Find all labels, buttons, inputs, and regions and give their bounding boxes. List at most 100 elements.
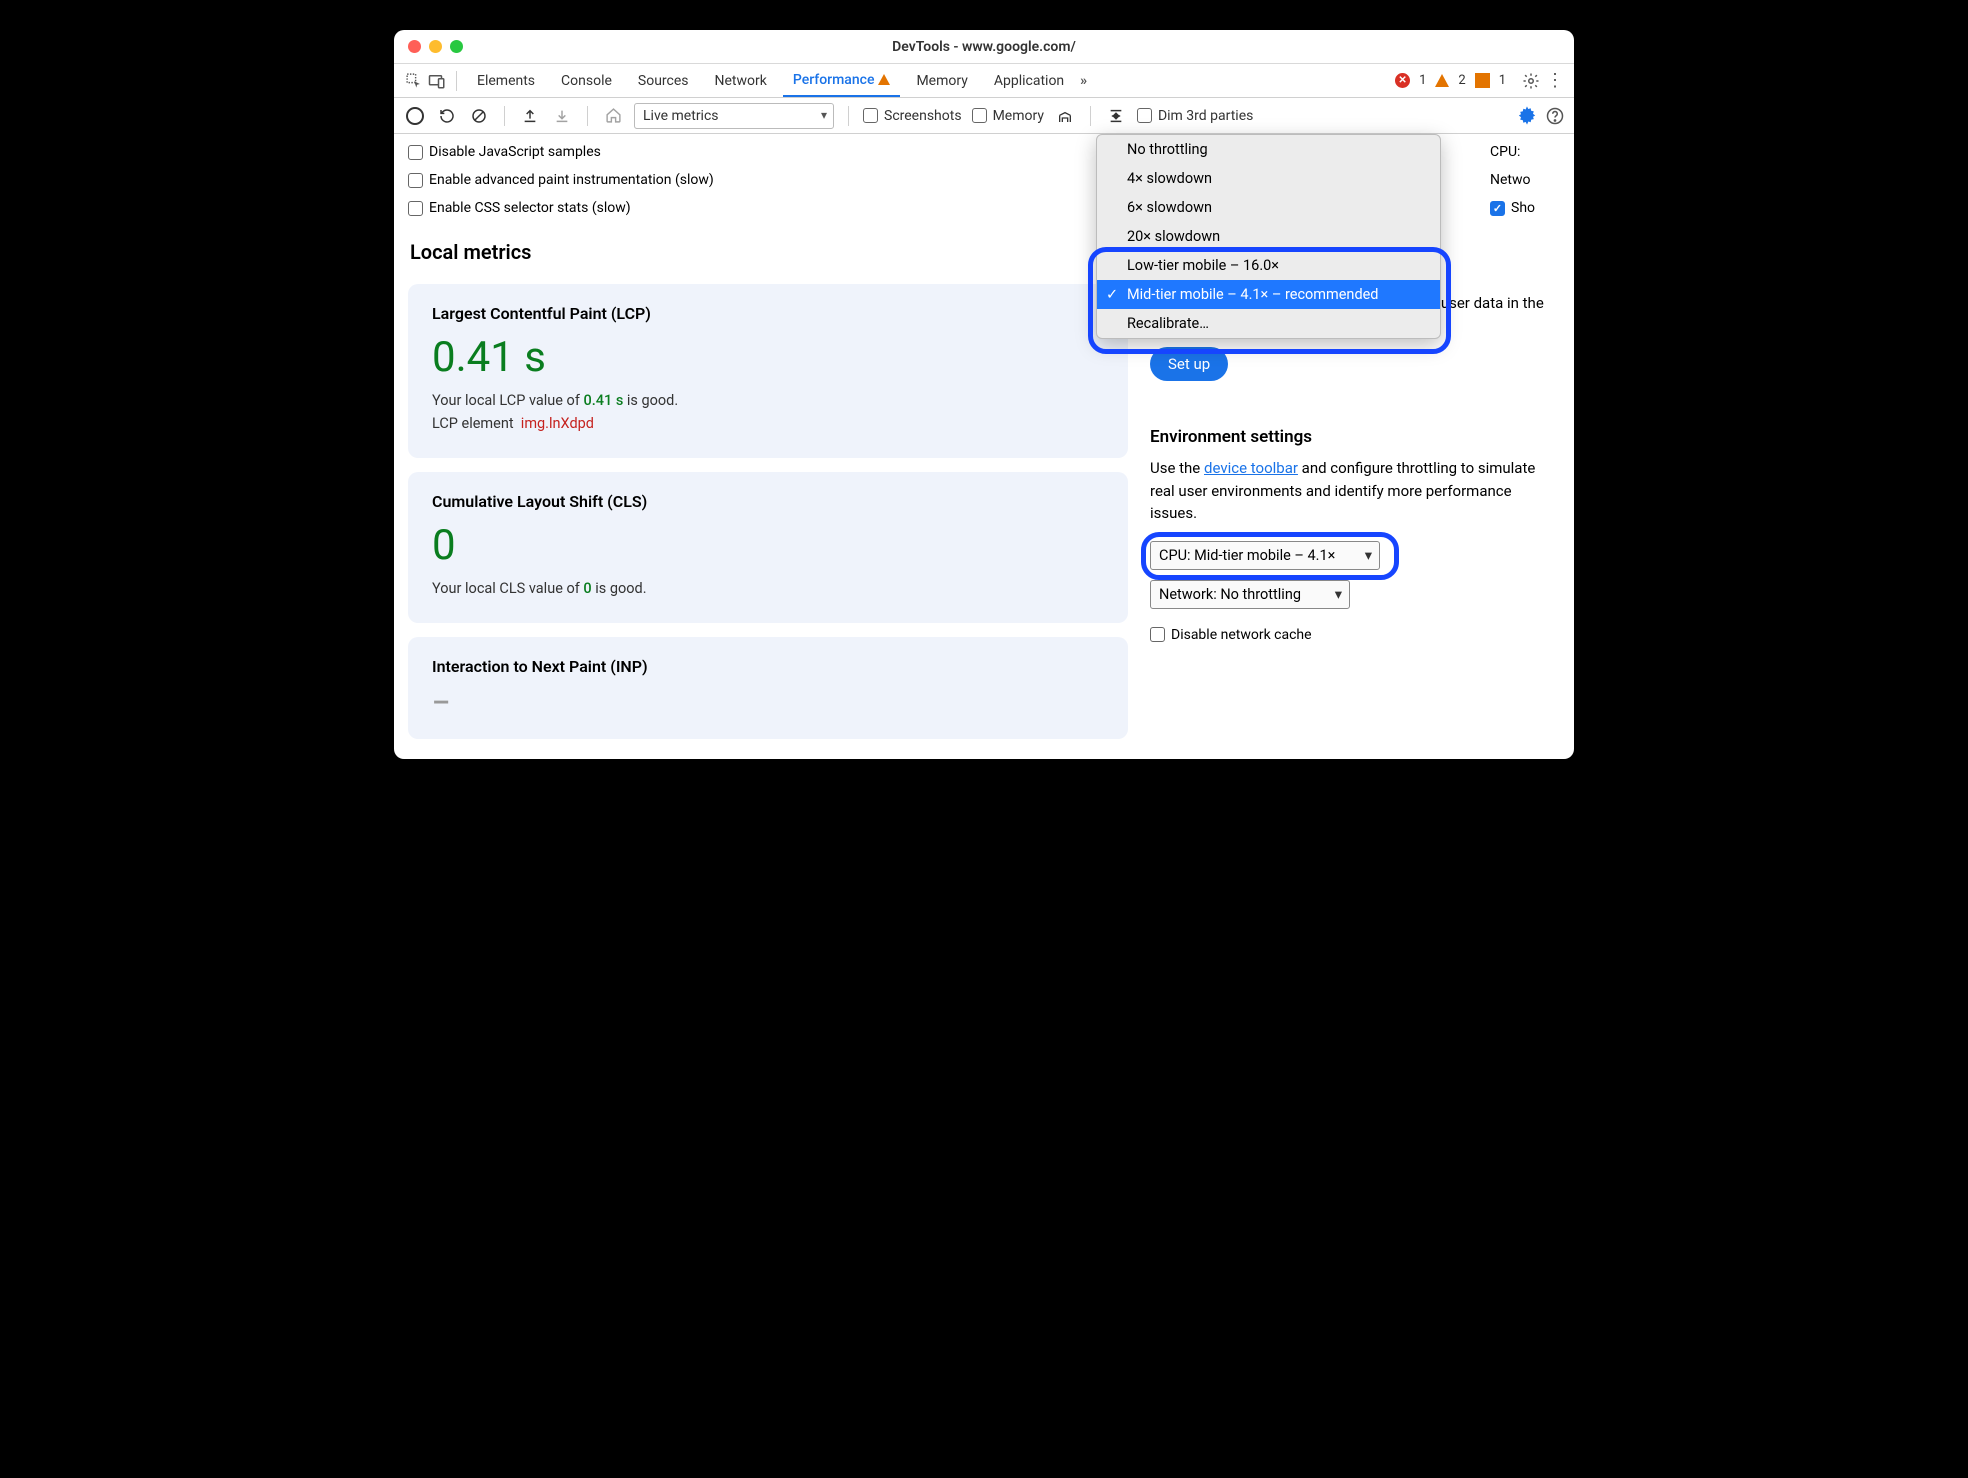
memory-label: Memory [993,108,1044,124]
checkbox-icon [1490,201,1505,216]
lcp-element-ref[interactable]: img.lnXdpd [521,415,594,432]
tab-console[interactable]: Console [551,66,622,96]
css-selector-stats-checkbox[interactable]: Enable CSS selector stats (slow) [408,200,631,216]
more-tabs-icon[interactable]: » [1080,73,1087,89]
css-stats-label: Enable CSS selector stats (slow) [429,200,631,216]
download-icon[interactable] [551,105,573,127]
throttle-option-selected[interactable]: Mid-tier mobile – 4.1× – recommended [1097,280,1440,309]
warning-icon [1435,74,1449,87]
lcp-card: Largest Contentful Paint (LCP) 0.41 s Yo… [408,284,1128,458]
checkbox-icon [408,173,423,188]
cls-desc: Your local CLS value of 0 is good. [432,580,1104,597]
throttle-option[interactable]: No throttling [1097,135,1440,164]
screenshots-label: Screenshots [884,108,962,124]
network-throttle-select[interactable]: Network: No throttling [1150,580,1350,609]
tab-memory[interactable]: Memory [906,66,977,96]
tab-network[interactable]: Network [705,66,777,96]
throttle-option[interactable]: 6× slowdown [1097,193,1440,222]
main-tabs: Elements Console Sources Network Perform… [394,64,1574,98]
env-desc: Use the device toolbar and configure thr… [1150,457,1560,525]
warning-icon [878,74,890,85]
cls-card: Cumulative Layout Shift (CLS) 0 Your loc… [408,472,1128,623]
cls-title: Cumulative Layout Shift (CLS) [432,492,1104,511]
cls-value: 0 [432,521,1104,570]
cpu-throttle-dropdown[interactable]: No throttling 4× slowdown 6× slowdown 20… [1096,134,1441,339]
screenshots-checkbox[interactable]: Screenshots [863,108,962,124]
tab-sources[interactable]: Sources [628,66,699,96]
settings-gear-icon[interactable] [1518,107,1536,125]
env-settings-panel: Environment settings Use the device tool… [1150,427,1560,653]
throttle-option[interactable]: Low-tier mobile – 16.0× [1097,251,1440,280]
dim-label: Dim 3rd parties [1158,108,1253,124]
left-column: Local metrics Largest Contentful Paint (… [408,230,1128,739]
lcp-value: 0.41 s [432,333,1104,382]
error-icon: ✕ [1395,73,1410,88]
checkbox-icon [408,145,423,160]
window-title: DevTools - www.google.com/ [394,39,1574,55]
gc-icon[interactable] [1054,105,1076,127]
checkbox-icon [863,108,878,123]
tab-elements[interactable]: Elements [467,66,545,96]
titlebar: DevTools - www.google.com/ [394,30,1574,64]
live-metrics-select[interactable]: Live metrics [634,103,834,129]
tab-performance[interactable]: Performance [783,65,901,97]
warning-count: 2 [1458,73,1465,88]
traffic-lights [408,40,463,53]
network-label: Netwo [1490,172,1560,188]
issue-icon [1475,73,1490,88]
checkbox-icon [1150,627,1165,642]
collapse-icon[interactable] [1105,105,1127,127]
tab-application[interactable]: Application [984,66,1074,96]
disable-js-samples-checkbox[interactable]: Disable JavaScript samples [408,144,601,160]
checkbox-icon [972,108,987,123]
show-checkbox[interactable]: Sho [1490,200,1535,216]
capture-settings: Disable JavaScript samples Enable advanc… [394,134,1574,230]
show-label: Sho [1511,200,1535,216]
inp-title: Interaction to Next Paint (INP) [432,657,1104,676]
clear-button[interactable] [468,105,490,127]
paint-instr-label: Enable advanced paint instrumentation (s… [429,172,714,188]
maximize-window-button[interactable] [450,40,463,53]
issue-count: 1 [1499,73,1506,88]
disable-cache-checkbox[interactable]: Disable network cache [1150,627,1560,643]
setup-button[interactable]: Set up [1150,347,1228,381]
inp-value: – [432,686,1104,719]
close-window-button[interactable] [408,40,421,53]
env-title: Environment settings [1150,427,1560,447]
tab-performance-label: Performance [793,72,875,88]
minimize-window-button[interactable] [429,40,442,53]
help-icon[interactable] [1546,107,1564,125]
inspect-element-icon[interactable] [404,72,422,90]
divider [456,71,457,91]
throttle-option[interactable]: 4× slowdown [1097,164,1440,193]
cpu-throttle-select[interactable]: CPU: Mid-tier mobile – 4.1× [1150,541,1380,570]
inp-card: Interaction to Next Paint (INP) – [408,637,1128,739]
lcp-desc: Your local LCP value of 0.41 s is good. [432,392,1104,409]
settings-gear-icon[interactable] [1522,72,1540,90]
disable-js-label: Disable JavaScript samples [429,144,601,160]
upload-icon[interactable] [519,105,541,127]
home-icon[interactable] [602,105,624,127]
paint-instrumentation-checkbox[interactable]: Enable advanced paint instrumentation (s… [408,172,714,188]
device-toolbar-icon[interactable] [428,72,446,90]
throttle-option[interactable]: 20× slowdown [1097,222,1440,251]
checkbox-icon [1137,108,1152,123]
record-button[interactable] [404,105,426,127]
lcp-element: LCP element img.lnXdpd [432,415,1104,432]
perf-toolbar: Live metrics Screenshots Memory Dim 3rd … [394,98,1574,134]
error-count: 1 [1419,73,1426,88]
checkbox-icon [408,201,423,216]
throttle-option[interactable]: Recalibrate… [1097,309,1440,338]
local-metrics-title: Local metrics [410,240,1128,264]
memory-checkbox[interactable]: Memory [972,108,1044,124]
capture-settings-right: CPU: Netwo Sho [1490,144,1560,216]
reload-button[interactable] [436,105,458,127]
lcp-title: Largest Contentful Paint (LCP) [432,304,1104,323]
cpu-label: CPU: [1490,144,1560,160]
more-menu-icon[interactable]: ⋮ [1546,72,1564,90]
devtools-window: DevTools - www.google.com/ Elements Cons… [394,30,1574,759]
status-badges[interactable]: ✕ 1 2 1 [1395,73,1506,88]
device-toolbar-link[interactable]: device toolbar [1204,459,1298,477]
dim-checkbox[interactable]: Dim 3rd parties [1137,108,1253,124]
disable-cache-label: Disable network cache [1171,627,1312,643]
